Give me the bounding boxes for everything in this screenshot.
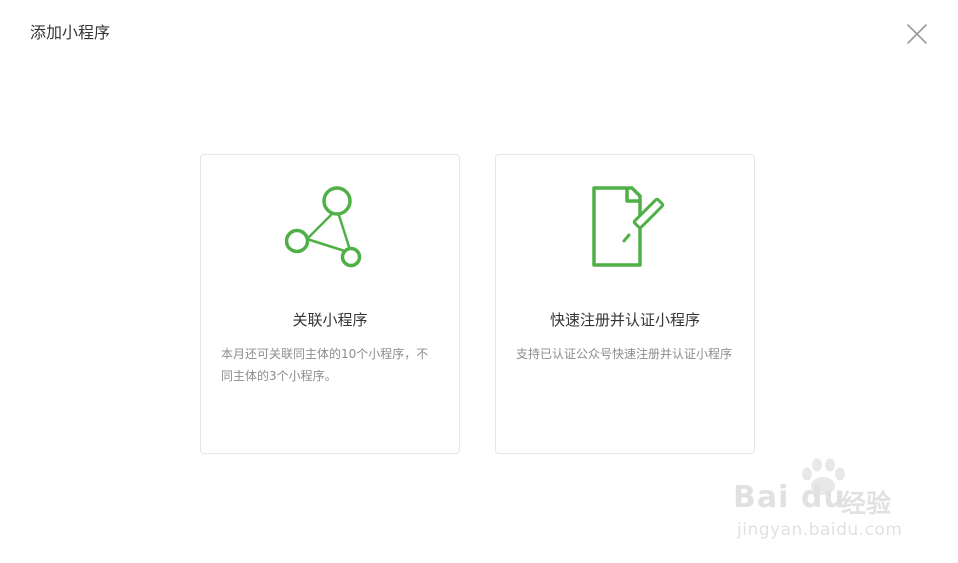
watermark-url: jingyan.baidu.com [737,520,903,540]
close-icon [907,24,927,44]
close-button[interactable] [904,21,930,47]
card-link-icon-wrap [285,183,375,273]
register-mini-program-card[interactable]: 快速注册并认证小程序 支持已认证公众号快速注册并认证小程序 [495,154,755,454]
register-card-title: 快速注册并认证小程序 [549,311,700,329]
dialog-title: 添加小程序 [30,23,111,42]
link-mini-program-card[interactable]: 关联小程序 本月还可关联同主体的10个小程序，不同主体的3个小程序。 [200,154,460,454]
card-register-icon-wrap [580,183,670,273]
document-pen-icon [592,186,665,267]
baidu-jingyan-watermark: Bai du 经验 jingyan.baidu.com [733,458,923,546]
register-card-description: 支持已认证公众号快速注册并认证小程序 [516,347,733,361]
watermark-brand-cn: 经验 [841,489,892,518]
share-nodes-icon [285,186,362,268]
link-card-description: 本月还可关联同主体的10个小程序，不同主体的3个小程序。 [221,347,429,383]
link-card-title: 关联小程序 [292,311,368,329]
watermark-brand: Bai du [733,480,846,515]
